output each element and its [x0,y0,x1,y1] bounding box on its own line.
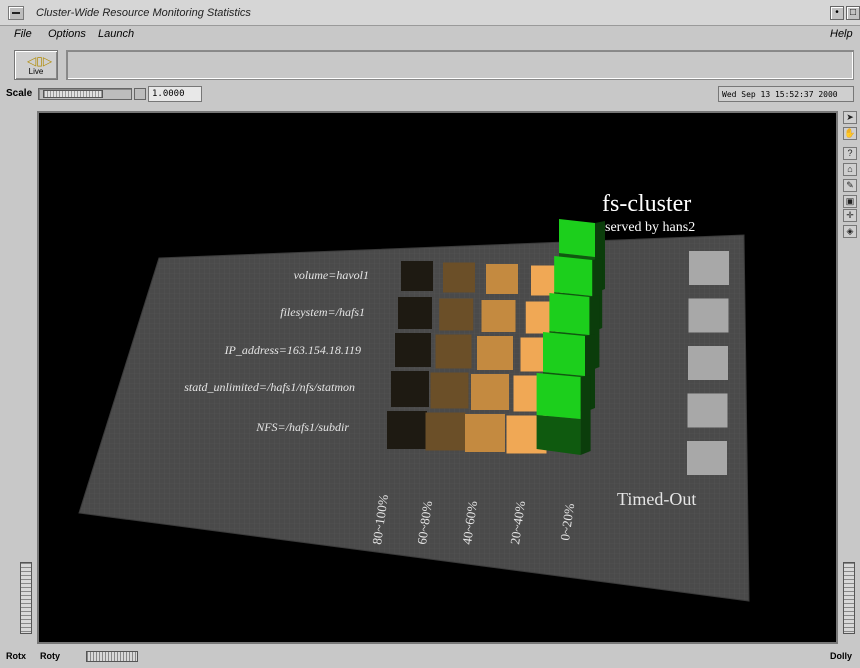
timed-out-cell[interactable] [687,393,728,428]
scale-slider[interactable] [38,88,132,100]
timed-out-cell[interactable] [687,441,727,475]
maximize-button[interactable]: □ [846,6,860,20]
timed-out-label: Timed-Out [617,489,696,509]
status-cell[interactable] [439,298,474,331]
status-cell[interactable] [398,297,432,329]
active-status-block[interactable] [543,332,585,376]
status-cell[interactable] [401,261,433,291]
bottom-bar: Rotx Roty Dolly [0,646,860,668]
menu-options[interactable]: Options [48,28,86,40]
timed-out-cell[interactable] [689,251,729,285]
help-icon[interactable]: ? [843,147,857,160]
status-cell[interactable] [443,262,475,293]
title-bar: Cluster-Wide Resource Monitoring Statist… [0,0,860,26]
view-all-icon[interactable]: ▣ [843,195,857,208]
rotx-label: Rotx [6,651,26,661]
menu-bar: File Options Launch Help [0,26,860,44]
scale-value-field[interactable]: 1.0000 [148,86,202,102]
viewer-tools: ➤ ✋ ? ⌂ ✎ ▣ ✛ ◈ [842,111,858,261]
row-label: volume=havol1 [294,268,369,282]
dolly-thumbwheel[interactable] [843,562,855,634]
active-status-block[interactable] [554,256,593,296]
status-cell[interactable] [430,372,469,409]
status-cell[interactable] [425,412,466,451]
datetime-display: Wed Sep 13 15:52:37 2000 [718,86,854,102]
roty-thumbwheel[interactable] [86,651,138,662]
dolly-label: Dolly [830,651,853,661]
minimize-button[interactable]: • [830,6,844,20]
hand-icon[interactable]: ✋ [843,127,857,140]
seek-icon[interactable]: ✛ [843,209,857,222]
menu-help[interactable]: Help [830,28,853,40]
menu-file[interactable]: File [14,28,32,40]
roty-label: Roty [40,651,60,661]
scale-label: Scale [6,88,33,99]
menu-launch[interactable]: Launch [98,28,134,40]
active-block-front [536,415,581,455]
timed-out-cell[interactable] [688,346,728,380]
viz-title: fs-cluster [602,191,691,217]
status-cell[interactable] [477,336,513,370]
status-cell[interactable] [391,371,429,407]
home-icon[interactable]: ⌂ [843,163,857,176]
scale-reset-button[interactable] [134,88,146,100]
timed-out-cell[interactable] [688,298,729,333]
active-status-block[interactable] [549,293,590,335]
row-label: statd_unlimited=/hafs1/nfs/statmon [184,380,355,394]
active-status-block[interactable] [559,219,595,257]
viz-subtitle: served by hans2 [605,220,695,235]
window-title: Cluster-Wide Resource Monitoring Statist… [36,7,251,19]
status-cell[interactable] [481,300,516,332]
3d-viewer[interactable]: fs-cluster served by hans2 volume=havol1… [37,111,838,644]
row-label: NFS=/hafs1/subdir [255,420,349,434]
row-label: IP_address=163.154.18.119 [224,343,361,357]
set-home-icon[interactable]: ✎ [843,179,857,192]
status-cell[interactable] [387,411,427,449]
visualization-scene: fs-cluster served by hans2 volume=havol1… [78,191,750,602]
message-field [66,50,854,80]
live-button[interactable]: ◁▯▷ Live [14,50,58,80]
live-label: Live [28,67,44,76]
active-block-side [580,375,591,455]
status-cell[interactable] [486,264,518,294]
arrow-icon[interactable]: ➤ [843,111,857,124]
status-cell[interactable] [395,333,431,367]
row-label: filesystem=/hafs1 [280,305,365,319]
window-menu-button[interactable] [8,6,24,20]
status-cell[interactable] [435,334,472,369]
toolbar: ◁▯▷ Live [0,44,860,84]
status-cell[interactable] [471,374,509,410]
status-cell[interactable] [465,414,505,452]
rotx-thumbwheel[interactable] [20,562,32,634]
perspective-icon[interactable]: ◈ [843,225,857,238]
active-status-block[interactable] [536,373,581,419]
play-arrow-icon: ◁▯▷ [27,54,53,68]
scale-slider-thumb[interactable] [43,90,103,98]
scale-bar: Scale 1.0000 Wed Sep 13 15:52:37 2000 [0,84,860,104]
